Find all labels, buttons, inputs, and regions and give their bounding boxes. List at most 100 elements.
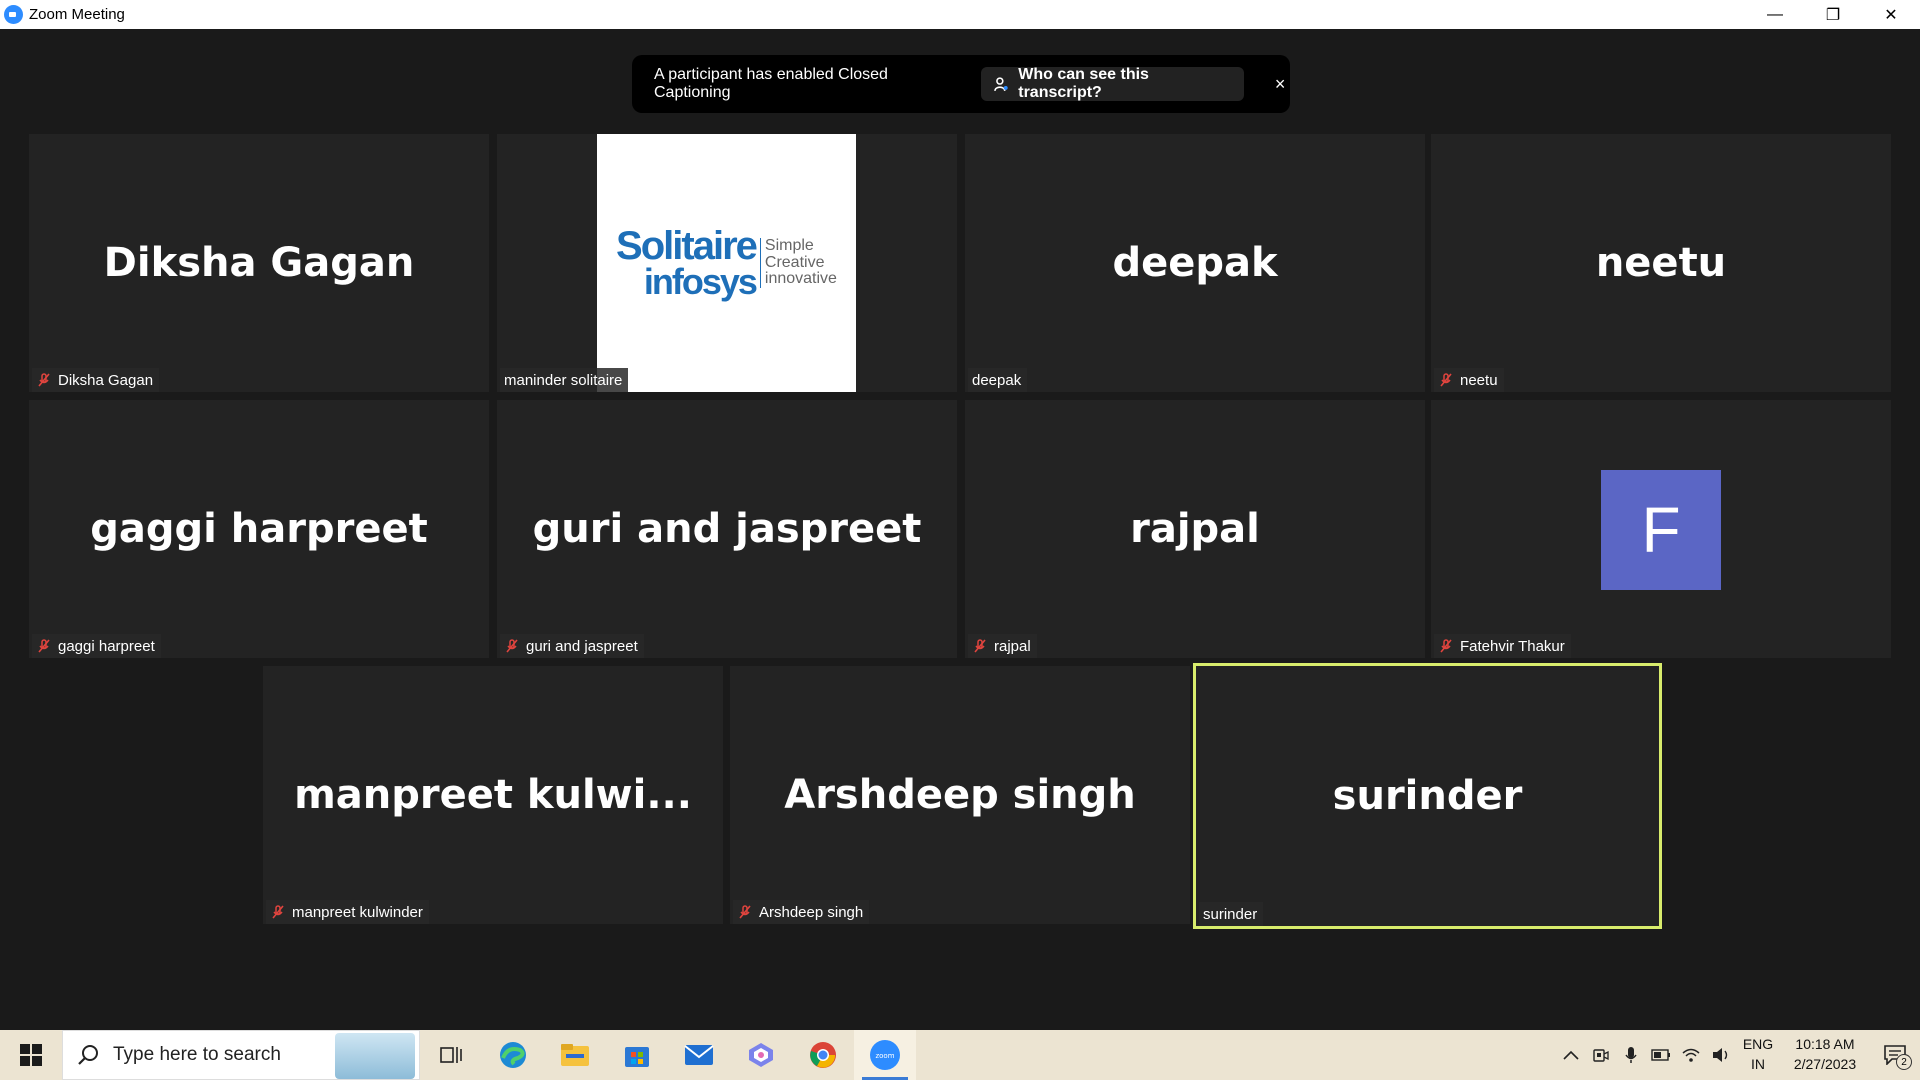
language-region: IN <box>1751 1056 1765 1072</box>
participant-name-label: deepak <box>968 368 1028 392</box>
participant-name-label: manpreet kulwinder <box>266 900 429 924</box>
muted-mic-icon <box>506 639 518 653</box>
participant-name-label: guri and jaspreet <box>500 634 644 658</box>
search-highlight-image[interactable] <box>335 1033 415 1079</box>
participant-name-label: surinder <box>1199 902 1264 926</box>
participant-display-name: Arshdeep singh <box>784 772 1136 818</box>
minimize-button[interactable]: — <box>1746 0 1804 29</box>
start-button[interactable] <box>0 1030 62 1080</box>
participant-display-name: guri and jaspreet <box>532 506 922 552</box>
teams-icon[interactable] <box>730 1030 792 1080</box>
taskbar-search-box[interactable]: Type here to search <box>62 1030 420 1080</box>
wifi-icon[interactable] <box>1676 1030 1706 1080</box>
chevron-up-icon[interactable] <box>1556 1030 1586 1080</box>
muted-mic-icon <box>1440 373 1452 387</box>
participant-name-label: Fatehvir Thakur <box>1434 634 1571 658</box>
participant-name: rajpal <box>994 637 1031 655</box>
participant-name: surinder <box>1203 905 1258 923</box>
muted-mic-icon <box>38 639 50 653</box>
language-indicator[interactable]: ENG IN <box>1736 1030 1780 1080</box>
notification-center-button[interactable]: 2 <box>1870 1030 1920 1080</box>
participant-tile[interactable]: gaggi harpreet gaggi harpreet <box>29 400 489 658</box>
participant-tile[interactable]: rajpal rajpal <box>965 400 1425 658</box>
participant-name-label: Arshdeep singh <box>733 900 870 924</box>
participant-name: neetu <box>1460 371 1498 389</box>
logo-line-2: infosys <box>643 260 758 302</box>
participant-display-name: deepak <box>1112 240 1278 286</box>
participant-tile-active-speaker[interactable]: surinder surinder <box>1193 663 1662 929</box>
participant-tile[interactable]: guri and jaspreet guri and jaspreet <box>497 400 957 658</box>
participant-tile[interactable]: Arshdeep singh Arshdeep singh <box>730 666 1190 924</box>
logo-tagline-2: Creative <box>764 253 825 271</box>
restore-button[interactable]: ❐ <box>1804 0 1862 29</box>
closed-caption-banner: A participant has enabled Closed Caption… <box>632 55 1290 113</box>
clock-time: 10:18 AM <box>1795 1036 1855 1053</box>
participant-display-name: rajpal <box>1130 506 1260 552</box>
chrome-icon[interactable] <box>792 1030 854 1080</box>
participant-display-name: gaggi harpreet <box>90 506 428 552</box>
participant-name-label: maninder solitaire <box>500 368 629 392</box>
microphone-icon[interactable] <box>1616 1030 1646 1080</box>
muted-mic-icon <box>272 905 284 919</box>
zoom-icon[interactable]: zoom <box>854 1030 916 1080</box>
logo-tagline-1: Simple <box>764 236 814 254</box>
system-tray: ENG IN 10:18 AM 2/27/2023 2 <box>1556 1030 1920 1080</box>
search-placeholder: Type here to search <box>113 1044 281 1065</box>
language-code: ENG <box>1742 1036 1774 1053</box>
battery-icon[interactable] <box>1646 1030 1676 1080</box>
participant-tile[interactable]: Solitaire infosys Simple Creative innova… <box>497 134 957 392</box>
participant-name-label: gaggi harpreet <box>32 634 161 658</box>
windows-logo-icon <box>20 1044 42 1066</box>
participant-name: manpreet kulwinder <box>292 903 423 921</box>
window-title: Zoom Meeting <box>29 6 125 23</box>
window-controls: — ❐ ✕ <box>1746 0 1920 29</box>
cc-banner-text: A participant has enabled Closed Caption… <box>654 66 888 101</box>
clock[interactable]: 10:18 AM 2/27/2023 <box>1780 1030 1870 1080</box>
participant-display-name: manpreet kulwi... <box>294 772 692 818</box>
store-icon[interactable] <box>606 1030 668 1080</box>
logo-line-1: Solitaire <box>616 223 758 268</box>
participant-display-name: surinder <box>1332 773 1523 819</box>
who-can-see-transcript-button[interactable]: Who can see this transcript? <box>980 66 1245 101</box>
participant-name-label: Diksha Gagan <box>32 368 160 392</box>
participant-name: Diksha Gagan <box>58 371 154 389</box>
meet-now-icon[interactable] <box>1586 1030 1616 1080</box>
participant-name: Fatehvir Thakur <box>1460 637 1565 655</box>
windows-taskbar: Type here to search zoom ENG IN 10:18 AM… <box>0 1030 1920 1080</box>
participant-name: maninder solitaire <box>504 371 623 389</box>
edge-icon[interactable] <box>482 1030 544 1080</box>
participant-display-name: neetu <box>1595 240 1727 286</box>
participant-name: Arshdeep singh <box>759 903 864 921</box>
who-can-see-transcript-label: Who can see this transcript? <box>1018 66 1149 101</box>
avatar: F <box>1601 470 1721 590</box>
participant-name: guri and jaspreet <box>526 637 638 655</box>
participant-name: deepak <box>972 371 1022 389</box>
logo-tagline-3: innovative <box>764 270 837 288</box>
svg-text:zoom: zoom <box>875 1052 894 1060</box>
participant-name-label: neetu <box>1434 368 1504 392</box>
cc-banner-close-icon[interactable]: × <box>1270 74 1290 95</box>
participant-tile[interactable]: Diksha Gagan Diksha Gagan <box>29 134 489 392</box>
participant-tile[interactable]: F Fatehvir Thakur <box>1431 400 1891 658</box>
participant-display-name: Diksha Gagan <box>103 240 415 286</box>
muted-mic-icon <box>1440 639 1452 653</box>
search-icon <box>78 1045 98 1065</box>
volume-icon[interactable] <box>1706 1030 1736 1080</box>
close-button[interactable]: ✕ <box>1862 0 1920 29</box>
participant-tile[interactable]: neetu neetu <box>1431 134 1891 392</box>
participant-name-label: rajpal <box>968 634 1037 658</box>
file-explorer-icon[interactable] <box>544 1030 606 1080</box>
participant-tile[interactable]: deepak deepak <box>965 134 1425 392</box>
muted-mic-icon <box>974 639 986 653</box>
clock-date: 2/27/2023 <box>1793 1056 1857 1072</box>
meeting-gallery-view: A participant has enabled Closed Caption… <box>0 29 1920 1030</box>
muted-mic-icon <box>739 905 751 919</box>
participant-tile[interactable]: manpreet kulwi... manpreet kulwinder <box>263 666 723 924</box>
participant-name: gaggi harpreet <box>58 637 155 655</box>
task-view-icon[interactable] <box>420 1030 482 1080</box>
solitaire-infosys-logo: Solitaire infosys Simple Creative innova… <box>597 134 856 392</box>
notification-count-badge: 2 <box>1896 1054 1912 1070</box>
window-title-bar: Zoom Meeting — ❐ ✕ <box>0 0 1920 29</box>
person-icon <box>993 77 1008 92</box>
mail-icon[interactable] <box>668 1030 730 1080</box>
